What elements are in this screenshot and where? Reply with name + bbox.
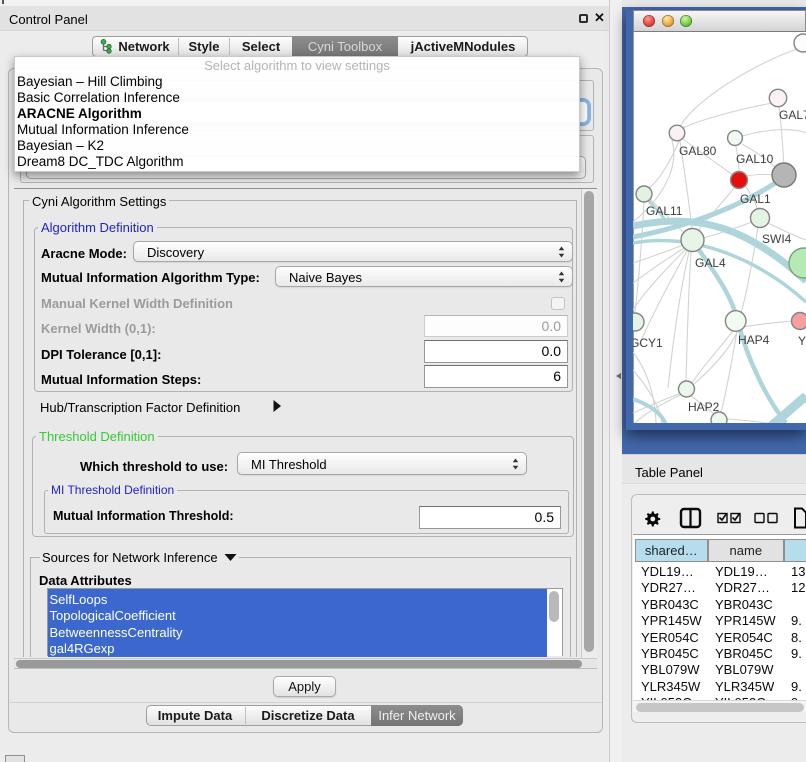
- svg-text:GCY1: GCY1: [633, 336, 663, 350]
- svg-text:Y: Y: [798, 334, 806, 348]
- svg-text:HAP4: HAP4: [738, 333, 770, 347]
- svg-text:GAL80: GAL80: [679, 144, 717, 158]
- svg-text:GAL11: GAL11: [646, 204, 683, 218]
- svg-text:HAP2: HAP2: [688, 400, 720, 414]
- svg-text:GAL7: GAL7: [779, 108, 806, 122]
- svg-text:SWI4: SWI4: [762, 232, 792, 246]
- svg-text:GAL10: GAL10: [736, 152, 774, 166]
- svg-text:GAL4: GAL4: [695, 256, 726, 270]
- svg-text:GAL1: GAL1: [740, 192, 771, 206]
